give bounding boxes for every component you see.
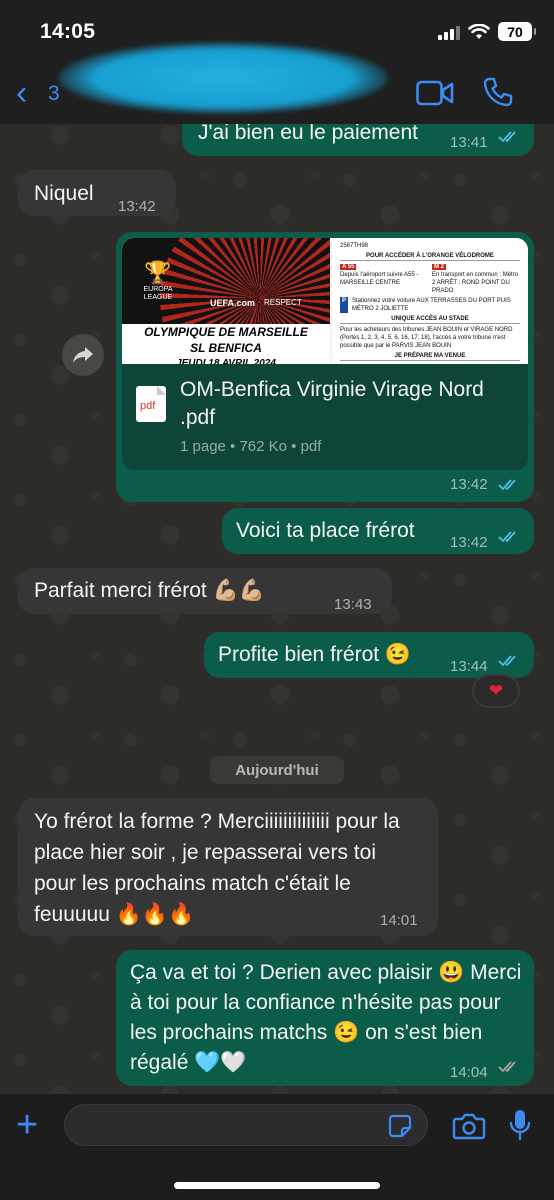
- metro-badge: M 2: [432, 264, 447, 270]
- transport-car-text: Depuis l'aéroport suivre A55 - MARSEILLE…: [340, 272, 419, 286]
- a55-badge: A 55: [340, 264, 357, 270]
- transport-metro-text: En transport en commun : Métro 2 ARRÊT :…: [432, 272, 519, 294]
- wifi-icon: [468, 23, 490, 39]
- document-attachment[interactable]: 🏆 EUROPA LEAGUE UEFA.com RESPECT OLYMPIQ…: [122, 238, 528, 470]
- transport-row: A 55 Depuis l'aéroport suivre A55 - MARS…: [340, 263, 520, 295]
- message-input[interactable]: [64, 1104, 428, 1146]
- top-bar: 14:05 70 ‹ 3: [0, 0, 554, 124]
- document-name: OM-Benfica Virginie Virage Nord .pdf: [180, 378, 484, 429]
- video-camera-icon[interactable]: [416, 80, 454, 106]
- read-ticks-icon: [498, 479, 516, 491]
- unique-access-title: UNIQUE ACCÈS AU STADE: [340, 315, 520, 324]
- heart-reaction[interactable]: ❤: [472, 674, 520, 708]
- message-text: Parfait merci frérot 💪🏼💪🏼: [34, 579, 265, 602]
- ticket-ref: 2567TH98: [340, 243, 369, 249]
- signal-icon: [438, 24, 460, 40]
- message-bubble-incoming[interactable]: Niquel 13:42: [18, 170, 176, 216]
- sticker-icon[interactable]: [388, 1114, 412, 1138]
- contact-name-redacted[interactable]: [58, 42, 388, 114]
- message-time: 13:42: [450, 476, 488, 493]
- parking-icon: P: [340, 297, 349, 313]
- uefa-label: UEFA.com: [210, 298, 256, 308]
- preview-poster: 🏆 EUROPA LEAGUE UEFA.com RESPECT OLYMPIQ…: [122, 238, 330, 364]
- delivered-ticks-icon: [498, 1061, 516, 1073]
- message-bubble-outgoing[interactable]: Ça va et toi ? Derien avec plaisir 😃 Mer…: [116, 950, 534, 1086]
- message-time: 13:43: [334, 596, 372, 613]
- home-indicator: [174, 1182, 380, 1189]
- message-time: 14:01: [380, 912, 418, 929]
- respect-label: RESPECT: [264, 298, 302, 307]
- message-text: Profite bien frérot 😉: [218, 643, 412, 666]
- heart-icon: ❤: [488, 681, 504, 700]
- document-message[interactable]: 🏆 EUROPA LEAGUE UEFA.com RESPECT OLYMPIQ…: [116, 232, 534, 502]
- europa-league-logo: 🏆 EUROPA LEAGUE: [138, 260, 178, 302]
- message-bubble-incoming[interactable]: Yo frérot la forme ? Merciiiiiiiiiiiiii …: [18, 798, 438, 936]
- status-time: 14:05: [40, 20, 96, 43]
- transport-metro: M 2 En transport en commun : Métro 2 ARR…: [432, 263, 520, 295]
- message-text: Voici ta place frérot: [236, 519, 415, 542]
- parking-row: P Stationnez votre voiture AUX TERRASSES…: [340, 297, 520, 313]
- message-text: Yo frérot la forme ? Merciiiiiiiiiiiiii …: [34, 810, 400, 926]
- match-home: OLYMPIQUE DE MARSEILLE: [144, 325, 308, 339]
- forward-button[interactable]: [62, 334, 104, 376]
- status-icons: 70: [438, 22, 536, 41]
- match-date: JEUDI 18 AVRIL 2024: [176, 358, 276, 364]
- plus-icon[interactable]: +: [16, 1106, 38, 1144]
- unique-access-text: Pour les acheteurs des tribunes JEAN BOU…: [340, 327, 513, 349]
- microphone-icon[interactable]: [508, 1108, 532, 1142]
- message-text: Niquel: [34, 182, 94, 205]
- message-bubble-outgoing[interactable]: Voici ta place frérot 13:42: [222, 508, 534, 554]
- preview-rays: [160, 238, 330, 324]
- read-ticks-icon: [498, 131, 516, 143]
- battery-indicator: 70: [498, 22, 536, 41]
- message-time: 14:04: [450, 1064, 488, 1081]
- access-title: POUR ACCÉDER À L'ORANGE VÉLODROME: [340, 252, 520, 261]
- preview-banner: 🏆 EUROPA LEAGUE UEFA.com RESPECT: [122, 238, 330, 324]
- message-bubble-outgoing[interactable]: Profite bien frérot 😉 13:44: [204, 632, 534, 678]
- prepare-title: JE PRÉPARE MA VENUE: [340, 352, 520, 361]
- preview-info-panel: 2567TH98 POUR ACCÉDER À L'ORANGE VÉLODRO…: [332, 238, 528, 364]
- match-title: OLYMPIQUE DE MARSEILLE SL BENFICA JEUDI …: [122, 324, 330, 364]
- read-ticks-icon: [498, 531, 516, 543]
- message-time: 13:42: [450, 534, 488, 551]
- date-separator: Aujourd'hui: [210, 756, 344, 784]
- document-info[interactable]: pdf OM-Benfica Virginie Virage Nord .pdf…: [122, 364, 528, 470]
- competition-label: EUROPA LEAGUE: [143, 286, 173, 301]
- forward-icon: [73, 347, 93, 363]
- match-away: SL BENFICA: [190, 341, 262, 355]
- pdf-icon-label: pdf: [140, 400, 156, 412]
- transport-car: A 55 Depuis l'aéroport suivre A55 - MARS…: [340, 263, 428, 295]
- back-count[interactable]: 3: [48, 82, 60, 106]
- camera-icon[interactable]: [452, 1112, 486, 1140]
- message-bubble-incoming[interactable]: Parfait merci frérot 💪🏼💪🏼 13:43: [18, 568, 392, 614]
- document-preview: 🏆 EUROPA LEAGUE UEFA.com RESPECT OLYMPIQ…: [122, 238, 528, 364]
- phone-icon[interactable]: [482, 76, 514, 108]
- read-ticks-icon: [498, 655, 516, 667]
- pdf-icon: pdf: [136, 386, 166, 422]
- message-time: 13:41: [450, 134, 488, 151]
- parking-text: Stationnez votre voiture AUX TERRASSES D…: [352, 298, 511, 312]
- message-time: 13:42: [118, 198, 156, 215]
- document-meta: 1 page • 762 Ko • pdf: [180, 438, 322, 455]
- chevron-left-icon[interactable]: ‹: [16, 76, 27, 110]
